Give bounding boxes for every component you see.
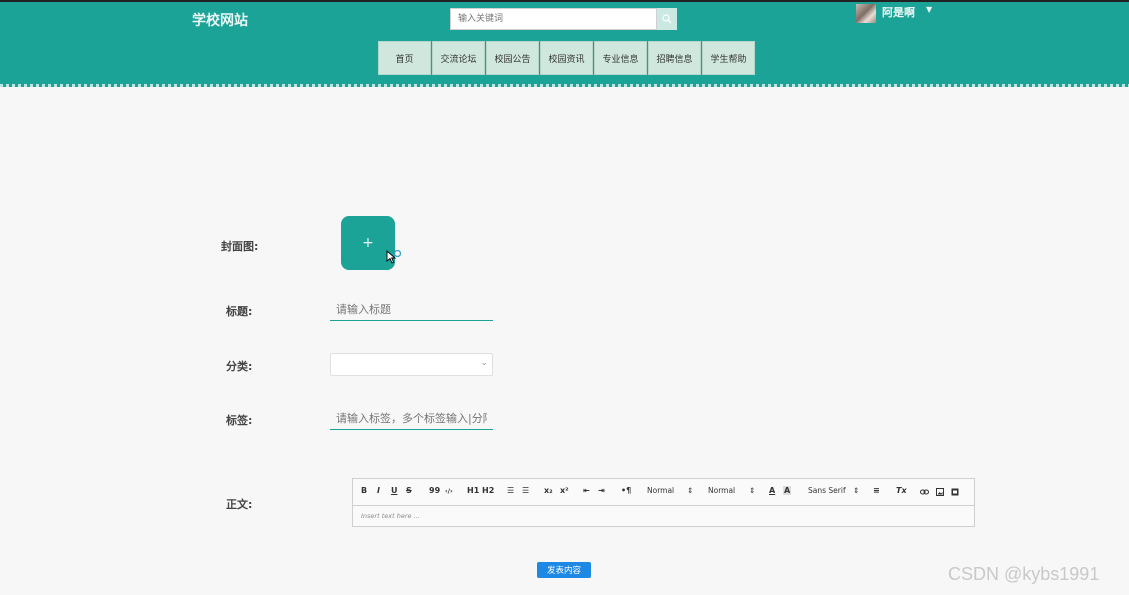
bold-button[interactable]: B	[361, 486, 367, 495]
header1-button[interactable]: H1	[467, 486, 479, 495]
updown-icon: ⇕	[687, 486, 694, 495]
superscript-button[interactable]: x²	[560, 486, 569, 495]
editor-toolbar: B I U S 99 ‹/› H1 H2 ☰ ☰ x₂ x² ⇤ ⇥ •¶ No…	[353, 479, 974, 506]
code-block-button[interactable]: ‹/›	[445, 487, 453, 495]
font-select[interactable]: Sans Serif	[808, 486, 846, 495]
subscript-button[interactable]: x₂	[544, 486, 553, 495]
blockquote-button[interactable]: 99	[429, 486, 440, 495]
nav-student-help[interactable]: 学生帮助	[702, 41, 755, 75]
content-label: 正文:	[226, 498, 253, 511]
underline-button[interactable]: U	[391, 486, 398, 495]
rich-text-editor: B I U S 99 ‹/› H1 H2 ☰ ☰ x₂ x² ⇤ ⇥ •¶ No…	[352, 478, 975, 527]
nav-majors[interactable]: 专业信息	[594, 41, 647, 75]
text-color-button[interactable]: A	[769, 486, 775, 495]
mouse-cursor-icon	[386, 250, 402, 264]
image-icon[interactable]	[936, 488, 944, 496]
site-title[interactable]: 学校网站	[192, 10, 248, 30]
nav-news[interactable]: 校园资讯	[540, 41, 593, 75]
nav-forum[interactable]: 交流论坛	[432, 41, 485, 75]
updown-icon: ⇕	[749, 486, 756, 495]
tags-label: 标签:	[226, 414, 253, 427]
nav-home[interactable]: 首页	[378, 41, 431, 75]
nav-jobs[interactable]: 招聘信息	[648, 41, 701, 75]
chevron-down-icon: ⌄	[480, 358, 488, 368]
text-direction-button[interactable]: •¶	[621, 486, 631, 495]
align-button[interactable]: ≡	[873, 486, 880, 495]
search-icon	[662, 14, 672, 24]
size-select[interactable]: Normal	[647, 486, 674, 495]
avatar[interactable]	[856, 4, 876, 23]
nav-announcements[interactable]: 校园公告	[486, 41, 539, 75]
strike-button[interactable]: S	[406, 486, 412, 495]
indent-button[interactable]: ⇥	[598, 486, 605, 495]
main-nav: 首页 交流论坛 校园公告 校园资讯 专业信息 招聘信息 学生帮助	[378, 41, 756, 75]
updown-icon: ⇕	[853, 486, 860, 495]
bullet-list-button[interactable]: ☰	[522, 486, 529, 495]
background-color-button[interactable]: A	[783, 486, 792, 495]
category-select[interactable]: ⌄	[330, 353, 493, 376]
search-button[interactable]	[657, 8, 677, 30]
title-label: 标题:	[226, 305, 253, 318]
user-name[interactable]: 阿是啊	[882, 4, 915, 20]
tags-input[interactable]	[330, 408, 493, 430]
search-input[interactable]	[450, 8, 657, 30]
header-divider	[0, 84, 1129, 87]
header-bar: 学校网站 阿是啊 ▼ 首页 交流论坛 校园公告 校园资讯 专业信息 招聘信息 学…	[0, 0, 1129, 86]
title-input[interactable]	[330, 299, 493, 321]
cover-label: 封面图:	[221, 240, 259, 253]
link-icon[interactable]	[920, 488, 929, 496]
header-select[interactable]: Normal	[708, 486, 735, 495]
video-icon[interactable]	[951, 488, 959, 496]
ordered-list-button[interactable]: ☰	[507, 486, 514, 495]
editor-content-area[interactable]: Insert text here ...	[353, 506, 974, 520]
watermark: CSDN @kybs1991	[948, 564, 1100, 584]
italic-button[interactable]: I	[377, 486, 380, 495]
outdent-button[interactable]: ⇤	[583, 486, 590, 495]
header2-button[interactable]: H2	[482, 486, 494, 495]
category-label: 分类:	[226, 360, 253, 373]
plus-icon: +	[362, 235, 374, 251]
user-menu-caret-icon[interactable]: ▼	[926, 5, 932, 14]
submit-button[interactable]: 发表内容	[537, 562, 591, 578]
clear-format-button[interactable]: Tx	[896, 486, 907, 495]
